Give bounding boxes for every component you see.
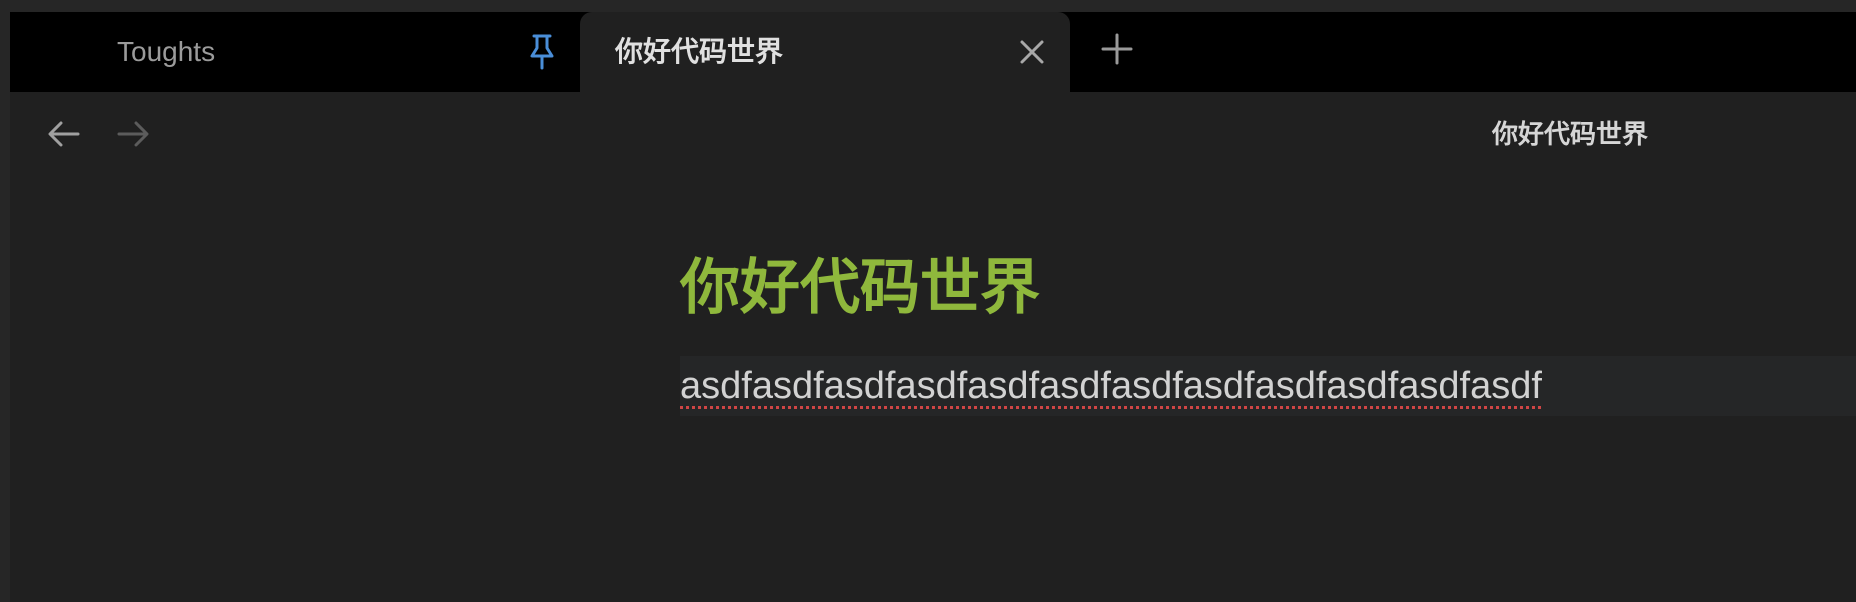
window-frame-top [0,0,1856,12]
app-window: Toughts 你好代码世界 你好代码世界 你好代码世界 asdfasdfasd… [0,0,1856,602]
pin-icon[interactable] [525,32,559,72]
document-heading[interactable]: 你好代码世界 [680,250,1040,326]
window-frame-left [0,0,10,602]
document-body-line[interactable]: asdfasdfasdfasdfasdfasdfasdfasdfasdfasdf… [680,362,1542,410]
arrow-right-icon [115,118,151,150]
tab-nihao-code-world[interactable]: 你好代码世界 [580,12,1070,92]
arrow-left-icon[interactable] [46,118,82,150]
tab-strip: Toughts 你好代码世界 [10,12,1856,92]
tab-label: 你好代码世界 [615,36,784,67]
new-tab-plus-icon[interactable] [1100,32,1134,66]
tab-toughts[interactable]: Toughts [10,12,580,92]
view-header-title: 你好代码世界 [1491,119,1648,149]
tab-label: Toughts [117,36,216,67]
close-icon[interactable] [1017,37,1047,67]
